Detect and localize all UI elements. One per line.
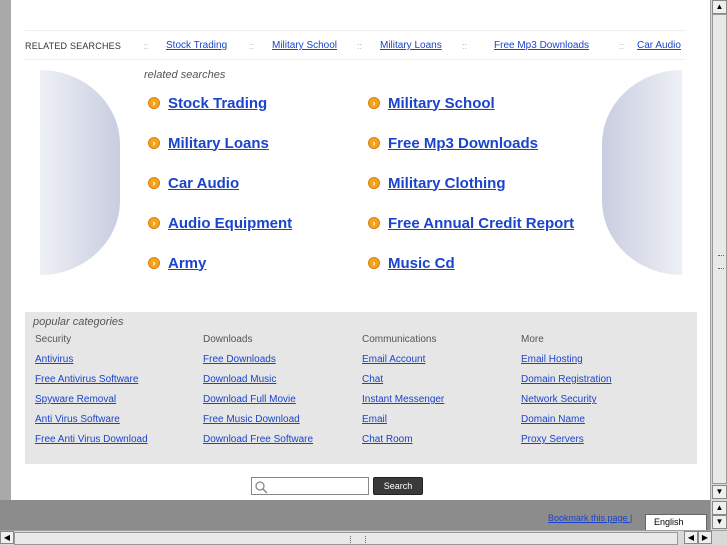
category-link[interactable]: Chat Room <box>362 435 527 455</box>
related-link[interactable]: Stock Trading <box>168 95 267 112</box>
related-link[interactable]: Military Clothing <box>388 175 506 192</box>
category-heading: More <box>521 334 544 345</box>
separator: :: <box>357 41 363 51</box>
decorative-arc-left <box>40 70 120 275</box>
related-link[interactable]: Free Annual Credit Report <box>388 215 574 232</box>
circle-arrow-right-icon: › <box>148 257 160 269</box>
bookmark-link[interactable]: Bookmark this page | <box>548 513 632 523</box>
category-link[interactable]: Download Full Movie <box>203 395 368 415</box>
category-link[interactable]: Chat <box>362 375 527 395</box>
category-link[interactable]: Proxy Servers <box>521 435 686 455</box>
scroll-right-icon[interactable]: ▶ <box>698 531 712 544</box>
scroll-up-icon[interactable]: ▲ <box>712 0 727 14</box>
category-link[interactable]: Antivirus <box>35 355 200 375</box>
related-link[interactable]: Car Audio <box>168 175 239 192</box>
scroll-left-icon[interactable]: ◀ <box>684 531 698 544</box>
category-link[interactable]: Domain Name <box>521 415 686 435</box>
language-select[interactable]: English <box>645 514 707 531</box>
circle-arrow-right-icon: › <box>368 217 380 229</box>
circle-arrow-right-icon: › <box>368 97 380 109</box>
category-link[interactable]: Spyware Removal <box>35 395 200 415</box>
topbar-link-military-school[interactable]: Military School <box>272 40 337 51</box>
grip-icon <box>350 536 366 543</box>
search-button[interactable]: Search <box>373 477 423 495</box>
circle-arrow-right-icon: › <box>148 137 160 149</box>
category-link[interactable]: Instant Messenger <box>362 395 527 415</box>
grip-icon <box>718 255 724 269</box>
category-heading: Downloads <box>203 334 253 345</box>
category-link[interactable]: Download Music <box>203 375 368 395</box>
decorative-arc-right <box>602 70 682 275</box>
search-input[interactable] <box>251 477 369 495</box>
category-link[interactable]: Email Hosting <box>521 355 686 375</box>
topbar-link-military-loans[interactable]: Military Loans <box>380 40 442 51</box>
scroll-down-icon[interactable]: ▼ <box>712 485 727 499</box>
related-link[interactable]: Free Mp3 Downloads <box>388 135 538 152</box>
related-item: › Stock Trading <box>148 93 267 113</box>
circle-arrow-right-icon: › <box>148 177 160 189</box>
scroll-left-icon[interactable]: ◀ <box>0 531 14 544</box>
related-item: › Military Clothing <box>368 173 506 193</box>
popular-categories-title: popular categories <box>33 316 124 328</box>
topbar-link-car-audio[interactable]: Car Audio <box>637 40 681 51</box>
category-link[interactable]: Free Antivirus Software <box>35 375 200 395</box>
related-searches-label: RELATED SEARCHES <box>25 41 122 51</box>
category-link[interactable]: Download Free Software <box>203 435 368 455</box>
category-link[interactable]: Free Anti Virus Download <box>35 435 200 455</box>
horizontal-scrollbar[interactable]: ◀ ◀ ▶ <box>0 530 727 545</box>
related-item: › Military Loans <box>148 133 269 153</box>
related-item: › Car Audio <box>148 173 239 193</box>
category-link[interactable]: Free Music Download <box>203 415 368 435</box>
separator: :: <box>249 41 255 51</box>
category-column: Downloads Free Downloads Download Music … <box>203 335 368 455</box>
magnifier-icon <box>255 481 268 494</box>
circle-arrow-right-icon: › <box>368 257 380 269</box>
category-column: More Email Hosting Domain Registration N… <box>521 335 686 455</box>
circle-arrow-right-icon: › <box>148 217 160 229</box>
related-item: › Audio Equipment <box>148 213 292 233</box>
page-content: RELATED SEARCHES :: Stock Trading :: Mil… <box>11 0 710 500</box>
category-heading: Security <box>35 334 72 345</box>
related-searches-title: related searches <box>144 69 226 81</box>
separator: :: <box>619 41 625 51</box>
related-item: › Army <box>148 253 206 273</box>
related-item: › Free Annual Credit Report <box>368 213 574 233</box>
circle-arrow-right-icon: › <box>368 137 380 149</box>
popular-categories-panel: popular categories Security Antivirus Fr… <box>25 312 697 464</box>
category-column: Security Antivirus Free Antivirus Softwa… <box>35 335 200 455</box>
circle-arrow-right-icon: › <box>368 177 380 189</box>
browser-viewport: RELATED SEARCHES :: Stock Trading :: Mil… <box>0 0 710 500</box>
separator: :: <box>462 41 468 51</box>
related-link[interactable]: Music Cd <box>388 255 455 272</box>
topbar-link-stock-trading[interactable]: Stock Trading <box>166 40 227 51</box>
category-heading: Communications <box>362 334 437 345</box>
related-link[interactable]: Army <box>168 255 206 272</box>
category-link[interactable]: Email <box>362 415 527 435</box>
category-link[interactable]: Domain Registration <box>521 375 686 395</box>
category-link[interactable]: Email Account <box>362 355 527 375</box>
vertical-scrollbar[interactable]: ▲ ▼ <box>710 0 727 500</box>
circle-arrow-right-icon: › <box>148 97 160 109</box>
related-item: › Free Mp3 Downloads <box>368 133 538 153</box>
scroll-down-icon[interactable]: ▼ <box>712 515 727 529</box>
related-link[interactable]: Audio Equipment <box>168 215 292 232</box>
related-searches-bar: RELATED SEARCHES :: Stock Trading :: Mil… <box>25 30 685 60</box>
category-link[interactable]: Free Downloads <box>203 355 368 375</box>
related-link[interactable]: Military School <box>388 95 495 112</box>
related-item: › Music Cd <box>368 253 455 273</box>
related-item: › Military School <box>368 93 495 113</box>
vertical-scroll-thumb[interactable] <box>712 14 727 484</box>
secondary-vertical-scrollbar[interactable]: ▲ ▼ <box>710 500 727 530</box>
horizontal-scroll-thumb[interactable] <box>14 532 678 545</box>
scroll-up-icon[interactable]: ▲ <box>712 501 727 515</box>
category-link[interactable]: Anti Virus Software <box>35 415 200 435</box>
separator: :: <box>143 41 149 51</box>
topbar-link-free-mp3-downloads[interactable]: Free Mp3 Downloads <box>494 40 589 51</box>
category-link[interactable]: Network Security <box>521 395 686 415</box>
category-column: Communications Email Account Chat Instan… <box>362 335 527 455</box>
related-link[interactable]: Military Loans <box>168 135 269 152</box>
